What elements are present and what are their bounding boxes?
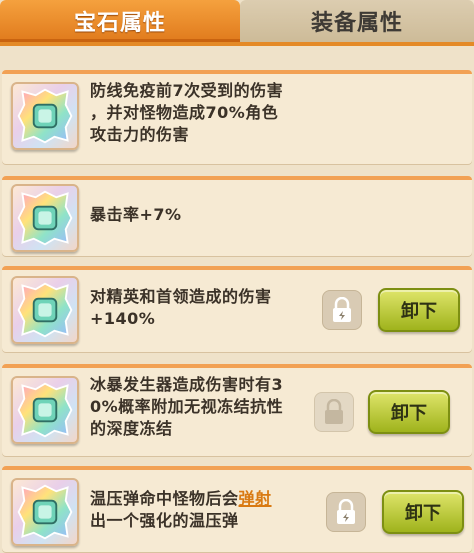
lock-button[interactable] xyxy=(326,492,366,532)
gem-effect-line: 攻击力的伤害 xyxy=(90,125,190,144)
gem-slot[interactable] xyxy=(11,478,79,546)
lock-icon xyxy=(325,399,343,424)
lock-icon xyxy=(333,297,351,322)
gem-effect-line: 0%概率附加无视冻结抗性 xyxy=(90,397,284,416)
gem-card: 温压弹命中怪物后会弹射 出一个强化的温压弹 卸下 xyxy=(2,466,472,552)
gem-card: 对精英和首领造成的伤害 +140% 卸下 xyxy=(2,266,472,352)
rainbow-gem-icon xyxy=(17,382,73,438)
unload-button[interactable]: 卸下 xyxy=(378,288,460,332)
gem-effect-line: 对精英和首领造成的伤害 xyxy=(90,287,272,306)
gem-card: 防线免疫前7次受到的伤害 ，并对怪物造成70%角色 攻击力的伤害 xyxy=(2,70,472,164)
lock-icon xyxy=(337,499,355,524)
gem-effect-text: 温压弹命中怪物后会 xyxy=(90,489,239,508)
gem-card: 暴击率+7% xyxy=(2,176,472,256)
rainbow-gem-icon xyxy=(17,88,73,144)
gem-effect-line: +140% xyxy=(90,309,156,328)
gem-effect-highlight: 弹射 xyxy=(238,489,272,508)
rainbow-gem-icon xyxy=(17,282,73,338)
gem-slot[interactable] xyxy=(11,82,79,150)
gem-effect-line: 温压弹命中怪物后会弹射 xyxy=(90,488,272,510)
gem-card: 冰暴发生器造成伤害时有3 0%概率附加无视冻结抗性 的深度冻结 卸下 xyxy=(2,364,472,456)
tab-equipment-attributes[interactable]: 装备属性 xyxy=(240,0,474,42)
gem-effect-line: 的深度冻结 xyxy=(90,419,173,438)
gem-effect-line: 冰暴发生器造成伤害时有3 xyxy=(90,375,284,394)
tab-underline xyxy=(0,42,474,46)
gem-slot[interactable] xyxy=(11,376,79,444)
gem-effect-line: 防线免疫前7次受到的伤害 xyxy=(90,81,284,100)
gem-effect-line: 暴击率+7% xyxy=(90,205,182,224)
rainbow-gem-icon xyxy=(17,484,73,540)
lock-button[interactable] xyxy=(322,290,362,330)
unload-button[interactable]: 卸下 xyxy=(382,490,464,534)
tab-bar: 宝石属性 装备属性 xyxy=(0,0,474,42)
gem-effect-line: ，并对怪物造成70%角色 xyxy=(90,103,279,122)
gem-slot[interactable] xyxy=(11,276,79,344)
gem-slot[interactable] xyxy=(11,184,79,252)
unload-button[interactable]: 卸下 xyxy=(368,390,450,434)
lock-button[interactable] xyxy=(314,392,354,432)
gem-effect-line: 出一个强化的温压弹 xyxy=(90,511,239,530)
tab-gem-attributes[interactable]: 宝石属性 xyxy=(0,0,240,42)
rainbow-gem-icon xyxy=(17,190,73,246)
